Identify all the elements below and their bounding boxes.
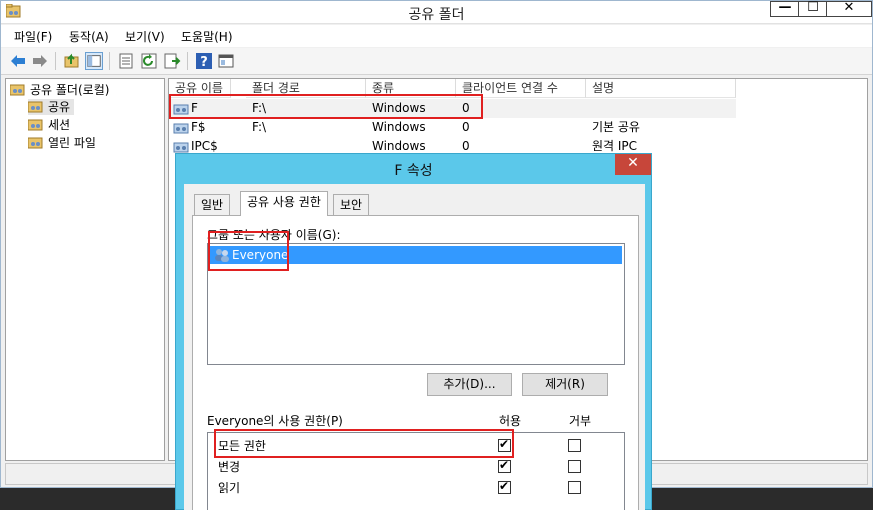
permission-name: 변경 <box>218 460 241 474</box>
window-title: 공유 폴더 <box>408 7 465 23</box>
close-icon: ✕ <box>843 0 855 15</box>
shared-folder-icon <box>10 84 25 96</box>
tree-item-open-files[interactable]: 열린 파일 <box>28 135 96 151</box>
folder-path: F:\ <box>252 120 267 134</box>
mmc-console-icon[interactable] <box>217 52 235 70</box>
tab-security[interactable]: 보안 <box>333 194 370 216</box>
toolbar-divider <box>187 52 188 70</box>
deny-full-control-checkbox[interactable] <box>568 439 581 452</box>
allow-header: 허용 <box>499 414 522 428</box>
refresh-icon[interactable] <box>140 52 158 70</box>
share-type: Windows <box>372 120 426 134</box>
permission-row: 모든 권한 <box>218 437 266 455</box>
close-button[interactable]: ✕ <box>826 0 872 17</box>
minimize-icon: — <box>778 0 792 15</box>
toolbar: ? <box>1 48 872 75</box>
column-header-description[interactable]: 설명 <box>586 79 736 98</box>
share-permissions-panel: 그룹 또는 사용자 이름(G): Everyone 추가(D)... 제거(R)… <box>192 215 639 510</box>
menu-bar: 파일(F) 동작(A) 보기(V) 도움말(H) <box>1 25 872 47</box>
shared-folder-icon <box>28 137 43 149</box>
folder-path: F:\ <box>252 101 267 115</box>
table-row[interactable]: F$ F:\ Windows 0 기본 공유 <box>169 118 736 137</box>
add-button[interactable]: 추가(D)... <box>427 373 512 396</box>
permission-name: 모든 권한 <box>218 439 266 453</box>
tree-root[interactable]: 공유 폴더(로컬) <box>10 82 109 98</box>
tree-item-label: 열린 파일 <box>48 136 96 150</box>
back-arrow-icon[interactable] <box>9 52 27 70</box>
dialog-close-button[interactable]: ✕ <box>615 154 651 175</box>
client-count: 0 <box>462 101 470 115</box>
export-list-icon[interactable] <box>163 52 181 70</box>
table-row[interactable]: F F:\ Windows 0 <box>169 99 736 118</box>
allow-change-checkbox[interactable] <box>498 458 511 473</box>
tree-item-sessions[interactable]: 세션 <box>28 117 70 133</box>
svg-text:?: ? <box>200 55 208 70</box>
permissions-list: 모든 권한 변경 읽기 <box>207 432 625 510</box>
properties-dialog: F 속성 ✕ 일반 공유 사용 권한 보안 그룹 또는 사용자 이름(G): E… <box>175 153 652 510</box>
tree-item-label: 공유 <box>48 100 71 114</box>
show-hide-tree-icon[interactable] <box>85 52 103 70</box>
tree-item-label: 세션 <box>48 118 71 132</box>
close-icon: ✕ <box>627 155 639 171</box>
menu-view[interactable]: 보기(V) <box>125 28 165 45</box>
dialog-body: 일반 공유 사용 권한 보안 그룹 또는 사용자 이름(G): Everyone… <box>184 184 645 510</box>
shared-folder-icon <box>28 101 43 113</box>
column-header-client-connections[interactable]: 클라이언트 연결 수 <box>456 79 586 98</box>
up-folder-icon[interactable] <box>63 52 81 70</box>
forward-arrow-icon[interactable] <box>31 52 49 70</box>
user-list[interactable]: Everyone <box>207 243 625 365</box>
console-tree: 공유 폴더(로컬) 공유 세션 열린 파일 <box>5 78 165 461</box>
users-group-icon <box>215 249 229 262</box>
shared-folder-icon <box>28 119 43 131</box>
minimize-button[interactable]: — <box>770 0 800 17</box>
tab-general[interactable]: 일반 <box>194 194 231 216</box>
share-icon <box>173 123 189 134</box>
title-bar: 공유 폴더 — ☐ ✕ <box>1 0 872 24</box>
tab-share-permissions[interactable]: 공유 사용 권한 <box>240 191 328 216</box>
permission-row: 변경 <box>218 458 240 476</box>
share-icon <box>173 104 189 115</box>
group-user-label: 그룹 또는 사용자 이름(G): <box>207 228 341 242</box>
deny-header: 거부 <box>569 414 592 428</box>
column-header-share-name[interactable]: 공유 이름 <box>169 79 231 98</box>
allow-full-control-checkbox[interactable] <box>498 437 511 452</box>
client-count: 0 <box>462 120 470 134</box>
toolbar-divider <box>109 52 110 70</box>
properties-icon[interactable] <box>117 52 135 70</box>
share-name: F$ <box>191 120 206 134</box>
dialog-title: F 속성 <box>394 163 433 179</box>
help-icon[interactable]: ? <box>195 52 213 70</box>
maximize-icon: ☐ <box>807 0 819 15</box>
allow-read-checkbox[interactable] <box>498 479 511 494</box>
share-name: F <box>191 101 198 115</box>
column-header-folder-path[interactable]: 폴더 경로 <box>246 79 366 98</box>
maximize-button[interactable]: ☐ <box>798 0 828 17</box>
deny-change-checkbox[interactable] <box>568 460 581 473</box>
permissions-label: Everyone의 사용 권한(P) <box>207 414 343 428</box>
menu-action[interactable]: 동작(A) <box>69 28 109 45</box>
column-header-type[interactable]: 종류 <box>366 79 456 98</box>
permission-row: 읽기 <box>218 479 240 497</box>
share-icon <box>173 142 189 153</box>
share-description: 기본 공유 <box>592 120 640 134</box>
permission-name: 읽기 <box>218 481 241 495</box>
deny-read-checkbox[interactable] <box>568 481 581 494</box>
menu-help[interactable]: 도움말(H) <box>181 28 233 45</box>
tree-item-shares[interactable]: 공유 <box>28 99 75 115</box>
share-type: Windows <box>372 101 426 115</box>
tree-root-label: 공유 폴더(로컬) <box>30 83 110 97</box>
remove-button[interactable]: 제거(R) <box>522 373 608 396</box>
user-name: Everyone <box>232 248 289 262</box>
toolbar-divider <box>55 52 56 70</box>
menu-file[interactable]: 파일(F) <box>14 28 52 45</box>
list-item[interactable]: Everyone <box>210 246 622 264</box>
